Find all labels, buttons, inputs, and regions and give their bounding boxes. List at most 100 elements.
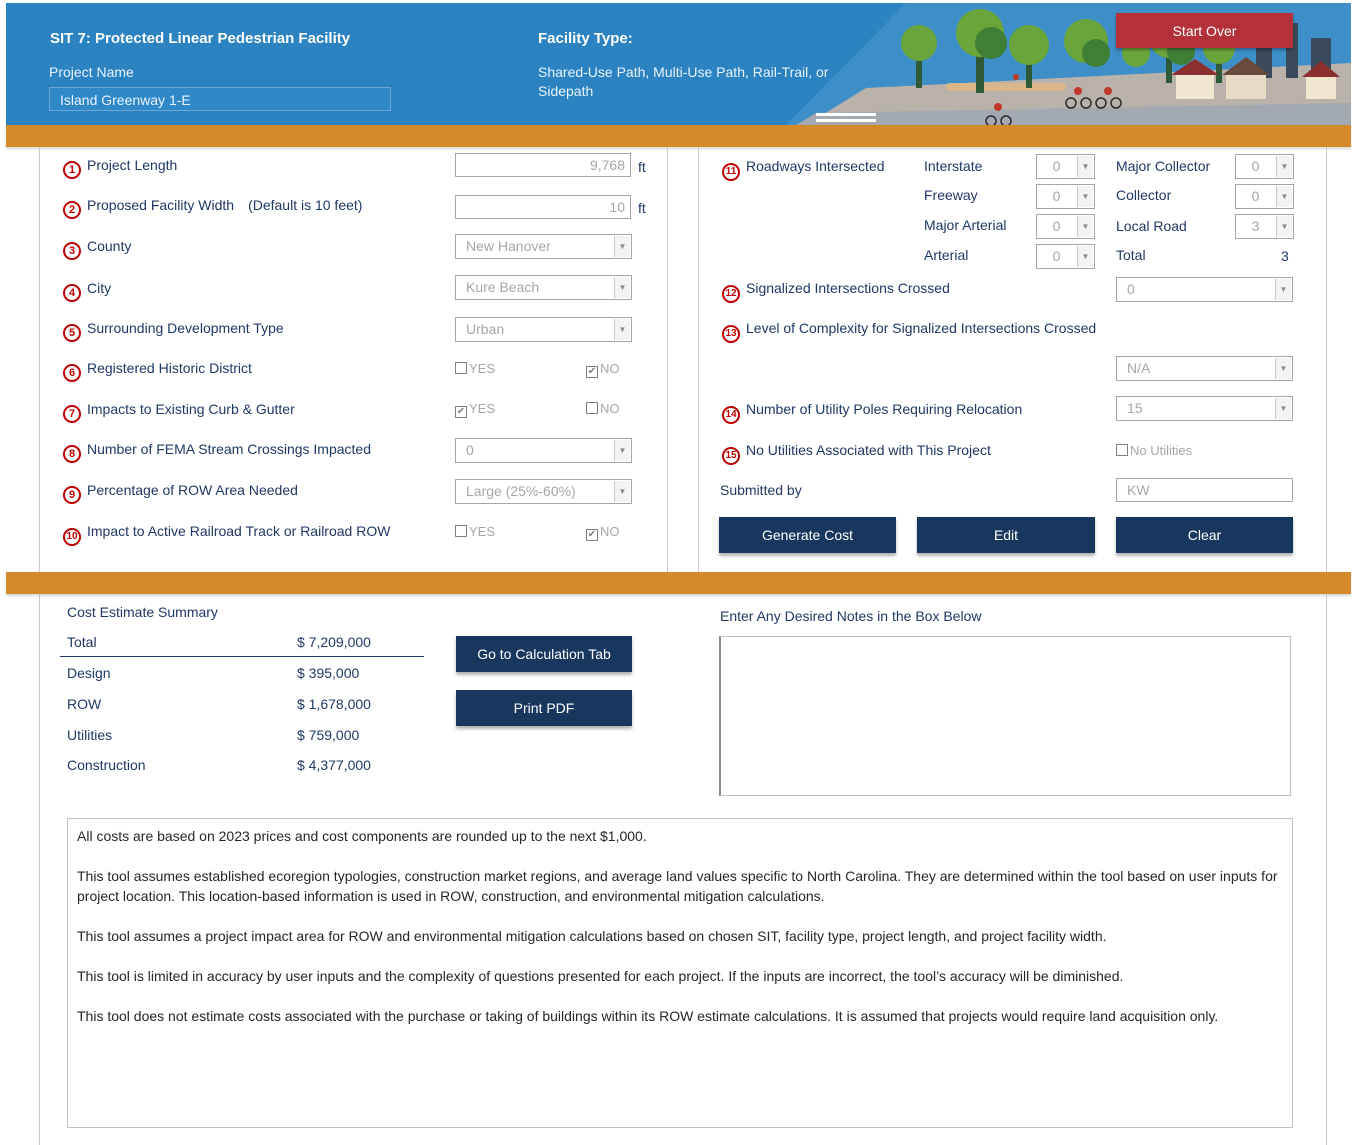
checkbox-icon[interactable] [455, 362, 467, 374]
row-area-value: Large (25%-60%) [466, 483, 576, 499]
question-complexity: 13 Level of Complexity for Signalized Int… [722, 320, 1096, 343]
city-value: Kure Beach [466, 279, 540, 295]
local-road-dropdown[interactable]: 3 ▼ [1235, 214, 1294, 239]
summary-label: ROW [67, 696, 102, 712]
checkbox-icon[interactable] [586, 402, 598, 414]
question-no-utilities: 15 No Utilities Associated with This Proj… [722, 442, 991, 465]
complexity-dropdown[interactable]: N/A ▼ [1116, 356, 1293, 381]
lower-right-border [1326, 595, 1327, 1145]
checkbox-icon[interactable]: ✔ [586, 529, 598, 541]
center-divider-right [698, 147, 699, 573]
chevron-down-icon[interactable]: ▼ [1275, 358, 1291, 379]
chevron-down-icon[interactable]: ▼ [1077, 186, 1093, 207]
summary-label: Design [67, 665, 111, 681]
railroad-no-checkbox[interactable]: ✔ NO [586, 524, 620, 541]
summary-row-construction: Construction $ 4,377,000 [67, 757, 423, 773]
checkbox-icon[interactable]: ✔ [586, 366, 598, 378]
major-arterial-dropdown[interactable]: 0 ▼ [1036, 214, 1095, 239]
project-name-input[interactable]: Island Greenway 1-E [49, 87, 391, 111]
collector-value: 0 [1251, 188, 1260, 204]
question-label: Percentage of ROW Area Needed [87, 482, 298, 498]
major-collector-dropdown[interactable]: 0 ▼ [1235, 154, 1294, 179]
railroad-yes-checkbox[interactable]: YES [455, 524, 495, 539]
question-number-5: 5 [63, 324, 81, 342]
print-pdf-button[interactable]: Print PDF [456, 690, 632, 726]
county-dropdown[interactable]: New Hanover ▼ [455, 234, 632, 259]
question-number-14: 14 [722, 406, 740, 424]
chevron-down-icon[interactable]: ▼ [614, 319, 630, 340]
collector-dropdown[interactable]: 0 ▼ [1235, 184, 1294, 209]
lower-left-border [39, 595, 40, 1145]
row-area-dropdown[interactable]: Large (25%-60%) ▼ [455, 479, 632, 504]
notes-textarea[interactable] [719, 636, 1291, 796]
utility-poles-dropdown[interactable]: 15 ▼ [1116, 396, 1293, 421]
curb-yes-checkbox[interactable]: ✔ YES [455, 401, 495, 418]
major-collector-value: 0 [1251, 158, 1260, 174]
fema-crossings-dropdown[interactable]: 0 ▼ [455, 438, 632, 463]
question-label: Proposed Facility Width [87, 197, 235, 213]
question-county: 3 County [63, 238, 131, 260]
summary-row-row: ROW $ 1,678,000 [67, 696, 423, 712]
arterial-dropdown[interactable]: 0 ▼ [1036, 244, 1095, 269]
section-divider-middle [6, 572, 1351, 594]
question-number-13: 13 [722, 325, 740, 343]
cost-summary-title: Cost Estimate Summary [67, 604, 218, 620]
chevron-down-icon[interactable]: ▼ [1276, 186, 1292, 207]
question-label: Level of Complexity for Signalized Inter… [746, 320, 1097, 336]
chevron-down-icon[interactable]: ▼ [614, 481, 630, 502]
start-over-button[interactable]: Start Over [1116, 13, 1293, 48]
city-dropdown[interactable]: Kure Beach ▼ [455, 275, 632, 300]
disclaimer-paragraph: All costs are based on 2023 prices and c… [77, 828, 647, 844]
chevron-down-icon[interactable]: ▼ [1077, 156, 1093, 177]
question-label: Number of FEMA Stream Crossings Impacted [87, 441, 371, 457]
disclaimer-paragraph: This tool does not estimate costs associ… [77, 1008, 1219, 1024]
edit-button[interactable]: Edit [917, 517, 1095, 553]
generate-cost-button[interactable]: Generate Cost [719, 517, 896, 553]
roadways-total-value: 3 [1281, 248, 1289, 264]
facility-width-input[interactable]: 10 [455, 195, 631, 219]
freeway-dropdown[interactable]: 0 ▼ [1036, 184, 1095, 209]
summary-value: $ 759,000 [297, 727, 360, 743]
checkbox-icon[interactable] [455, 525, 467, 537]
question-number-8: 8 [63, 445, 81, 463]
submitted-by-input[interactable]: KW [1116, 478, 1293, 502]
interstate-dropdown[interactable]: 0 ▼ [1036, 154, 1095, 179]
summary-label: Total [67, 634, 97, 650]
project-length-input[interactable]: 9,768 [455, 153, 631, 177]
development-type-dropdown[interactable]: Urban ▼ [455, 317, 632, 342]
question-number-4: 4 [63, 284, 81, 302]
facility-type-label: Facility Type: [538, 30, 633, 47]
summary-value: $ 1,678,000 [297, 696, 371, 712]
utility-poles-value: 15 [1127, 400, 1143, 416]
submitted-by-label: Submitted by [720, 482, 802, 498]
question-label: Impact to Active Railroad Track or Railr… [87, 523, 391, 539]
curb-no-checkbox[interactable]: NO [586, 401, 620, 416]
chevron-down-icon[interactable]: ▼ [1077, 246, 1093, 267]
chevron-down-icon[interactable]: ▼ [1275, 398, 1291, 419]
summary-label: Construction [67, 757, 146, 773]
question-label: City [87, 280, 112, 296]
chevron-down-icon[interactable]: ▼ [1275, 279, 1291, 300]
arterial-label: Arterial [924, 247, 969, 263]
clear-button[interactable]: Clear [1116, 517, 1293, 553]
chevron-down-icon[interactable]: ▼ [614, 440, 630, 461]
checkbox-label: NO [600, 361, 620, 376]
signalized-intersections-dropdown[interactable]: 0 ▼ [1116, 277, 1293, 302]
local-road-value: 3 [1251, 218, 1260, 234]
summary-value: $ 4,377,000 [297, 757, 371, 773]
go-to-calculation-tab-button[interactable]: Go to Calculation Tab [456, 636, 632, 672]
no-utilities-checkbox[interactable]: No Utilities [1116, 443, 1192, 458]
checkbox-icon[interactable]: ✔ [455, 406, 467, 418]
chevron-down-icon[interactable]: ▼ [1276, 216, 1292, 237]
signalized-intersections-value: 0 [1127, 281, 1135, 297]
chevron-down-icon[interactable]: ▼ [614, 277, 630, 298]
checkbox-icon[interactable] [1116, 444, 1128, 456]
chevron-down-icon[interactable]: ▼ [1276, 156, 1292, 177]
chevron-down-icon[interactable]: ▼ [1077, 216, 1093, 237]
historic-no-checkbox[interactable]: ✔ NO [586, 361, 620, 378]
historic-yes-checkbox[interactable]: YES [455, 361, 495, 376]
question-number-9: 9 [63, 486, 81, 504]
page-title: SIT 7: Protected Linear Pedestrian Facil… [50, 30, 351, 47]
chevron-down-icon[interactable]: ▼ [614, 236, 630, 257]
disclaimer-paragraph: This tool assumes a project impact area … [77, 928, 1107, 944]
